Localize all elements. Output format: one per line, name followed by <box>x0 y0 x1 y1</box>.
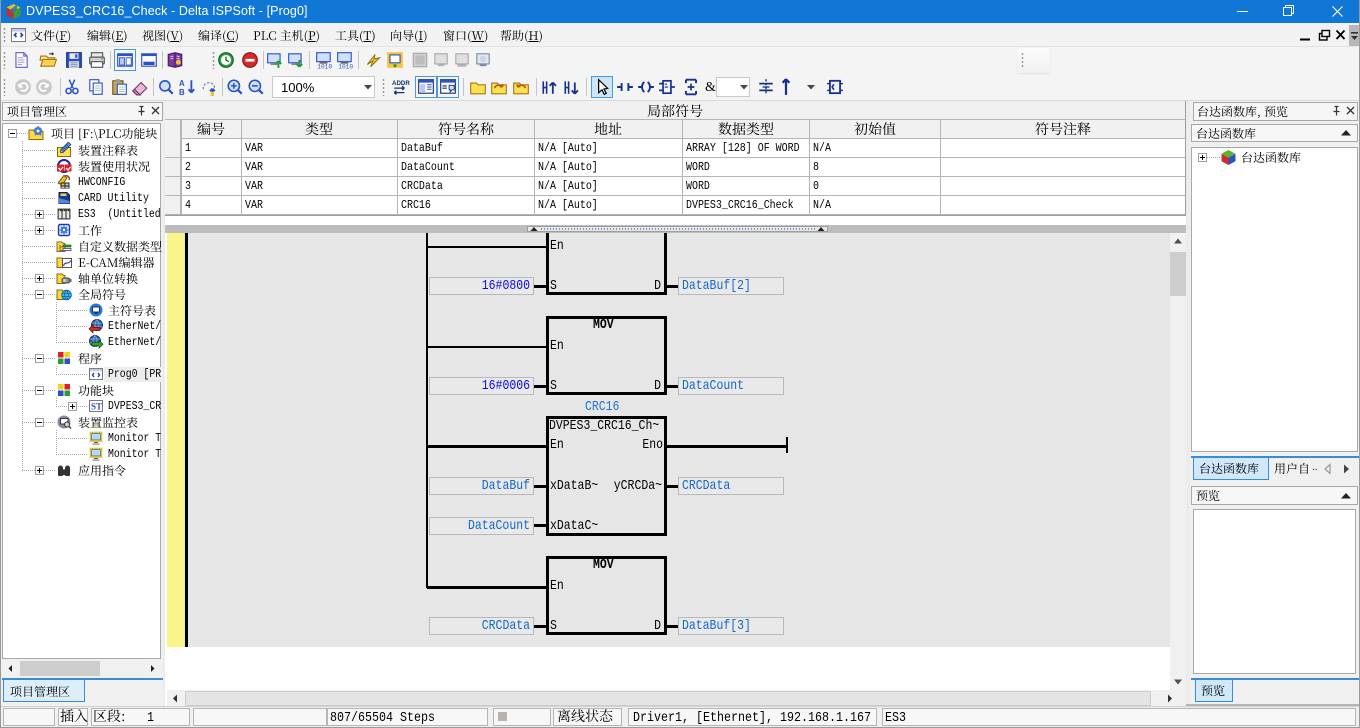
svg-text:1010: 1010 <box>338 63 353 69</box>
svg-text:ST: ST <box>91 402 102 412</box>
svg-text:ADDR: ADDR <box>392 80 410 87</box>
svg-text:A: A <box>179 79 185 88</box>
svg-text:1010: 1010 <box>317 63 332 69</box>
svg-text:B: B <box>179 88 185 96</box>
